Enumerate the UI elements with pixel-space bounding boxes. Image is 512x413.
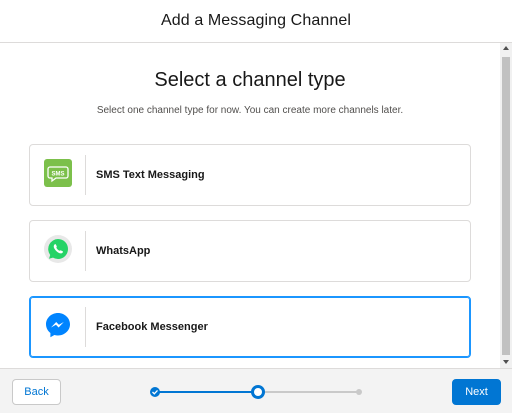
modal-title: Add a Messaging Channel xyxy=(161,12,351,29)
modal-footer: Back Next xyxy=(0,368,512,413)
scroll-down-arrow-icon[interactable] xyxy=(503,360,509,364)
next-button[interactable]: Next xyxy=(452,379,501,405)
channel-label: SMS Text Messaging xyxy=(96,169,205,181)
messenger-icon xyxy=(44,311,72,344)
progress-indicator xyxy=(150,385,365,399)
scroll-up-arrow-icon[interactable] xyxy=(503,46,509,50)
progress-step-upcoming[interactable] xyxy=(356,389,362,395)
modal-header: Add a Messaging Channel xyxy=(0,0,512,43)
back-button[interactable]: Back xyxy=(12,379,61,405)
progress-line-complete xyxy=(155,391,258,393)
progress-step-current[interactable] xyxy=(251,385,265,399)
section-subtitle: Select one channel type for now. You can… xyxy=(96,105,404,116)
channel-option-sms[interactable]: SMS SMS Text Messaging xyxy=(29,144,471,206)
progress-step-complete[interactable] xyxy=(150,387,160,397)
modal-body: Select a channel type Select one channel… xyxy=(0,43,500,368)
channel-option-whatsapp[interactable]: WhatsApp xyxy=(29,220,471,282)
progress-line-incomplete xyxy=(258,391,360,393)
messaging-channel-modal: Add a Messaging Channel Select a channel… xyxy=(0,0,512,413)
channel-option-facebook-messenger[interactable]: Facebook Messenger xyxy=(29,296,471,358)
vertical-scrollbar[interactable] xyxy=(500,43,512,368)
sms-icon: SMS xyxy=(43,158,72,192)
whatsapp-icon xyxy=(43,234,73,269)
svg-text:SMS: SMS xyxy=(51,171,64,177)
section-title: Select a channel type xyxy=(154,69,346,91)
channel-label: Facebook Messenger xyxy=(96,321,208,333)
channel-label: WhatsApp xyxy=(96,245,151,257)
check-icon xyxy=(151,383,159,401)
scroll-thumb[interactable] xyxy=(502,57,510,355)
